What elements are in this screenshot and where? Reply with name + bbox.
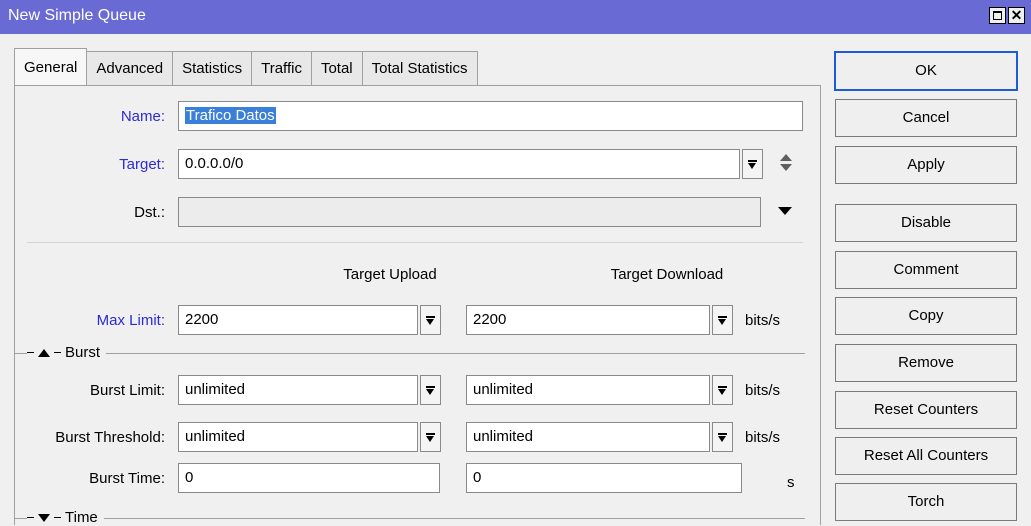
tab-bar: General Advanced Statistics Traffic Tota… (14, 48, 478, 85)
burst-threshold-download-field[interactable]: unlimited (466, 422, 710, 452)
dst-field[interactable] (178, 197, 761, 227)
burst-limit-upload-field[interactable]: unlimited (178, 375, 418, 405)
max-limit-unit: bits/s (745, 312, 781, 329)
burst-time-download-field[interactable]: 0 (466, 463, 742, 493)
time-divider (15, 518, 805, 519)
dropdown-icon (718, 386, 727, 395)
maximize-icon[interactable] (989, 7, 1006, 24)
reset-all-counters-button[interactable]: Reset All Counters (835, 437, 1017, 475)
tab-traffic[interactable]: Traffic (252, 51, 312, 85)
close-icon[interactable]: ✕ (1008, 7, 1025, 24)
tab-total[interactable]: Total (311, 51, 363, 85)
max-limit-upload-field[interactable]: 2200 (178, 305, 418, 335)
burst-time-unit: s (787, 474, 795, 491)
window-controls: ✕ (989, 7, 1025, 24)
target-label: Target: (119, 156, 165, 173)
burst-time-upload-field[interactable]: 0 (178, 463, 440, 493)
apply-button[interactable]: Apply (835, 146, 1017, 184)
copy-button[interactable]: Copy (835, 297, 1017, 335)
up-down-arrows-icon[interactable] (779, 154, 793, 174)
burst-limit-download-dropdown[interactable] (712, 375, 733, 405)
name-value: Trafico Datos (185, 107, 276, 124)
max-limit-download-field[interactable]: 2200 (466, 305, 710, 335)
burst-threshold-label: Burst Threshold: (55, 429, 165, 446)
reset-counters-button[interactable]: Reset Counters (835, 391, 1017, 429)
remove-button[interactable]: Remove (835, 344, 1017, 382)
burst-time-label: Burst Time: (89, 470, 165, 487)
cancel-button[interactable]: Cancel (835, 99, 1017, 137)
target-field[interactable]: 0.0.0.0/0 (178, 149, 740, 179)
separator (27, 242, 803, 243)
tab-total-statistics[interactable]: Total Statistics (362, 51, 478, 85)
dropdown-icon (718, 433, 727, 442)
torch-button[interactable]: Torch (835, 483, 1017, 521)
disable-button[interactable]: Disable (835, 204, 1017, 242)
name-field[interactable]: Trafico Datos (178, 101, 803, 131)
burst-threshold-unit: bits/s (745, 429, 781, 446)
dropdown-icon (748, 160, 757, 169)
dropdown-icon (426, 316, 435, 325)
burst-section-toggle[interactable]: Burst (27, 344, 107, 361)
expand-arrow-icon (38, 513, 50, 522)
burst-limit-upload-dropdown[interactable] (420, 375, 441, 405)
dropdown-icon (718, 316, 727, 325)
ok-button[interactable]: OK (834, 51, 1018, 91)
collapse-arrow-icon (38, 348, 50, 357)
tab-statistics[interactable]: Statistics (173, 51, 253, 85)
burst-divider (15, 353, 805, 354)
time-section-title: Time (65, 509, 98, 526)
target-upload-header: Target Upload (343, 266, 437, 283)
target-dropdown-button[interactable] (742, 149, 763, 179)
dst-dropdown-icon[interactable] (778, 207, 792, 215)
window-title: New Simple Queue (8, 7, 146, 24)
max-limit-upload-dropdown[interactable] (420, 305, 441, 335)
max-limit-download-dropdown[interactable] (712, 305, 733, 335)
name-label: Name: (120, 108, 165, 125)
general-panel: Name: Trafico Datos Target: 0.0.0.0/0 Ds… (14, 85, 821, 526)
title-bar: New Simple Queue ✕ (0, 0, 1031, 34)
tab-advanced[interactable]: Advanced (87, 51, 174, 85)
time-section-toggle[interactable]: Time (27, 509, 104, 526)
comment-button[interactable]: Comment (835, 251, 1017, 289)
tab-general[interactable]: General (14, 48, 88, 85)
burst-threshold-upload-dropdown[interactable] (420, 422, 441, 452)
dropdown-icon (426, 433, 435, 442)
target-download-header: Target Download (610, 266, 724, 283)
burst-threshold-download-dropdown[interactable] (712, 422, 733, 452)
dst-label: Dst.: (134, 204, 165, 221)
burst-threshold-upload-field[interactable]: unlimited (178, 422, 418, 452)
burst-limit-download-field[interactable]: unlimited (466, 375, 710, 405)
max-limit-label: Max Limit: (96, 312, 165, 329)
burst-limit-unit: bits/s (745, 382, 781, 399)
burst-section-title: Burst (65, 344, 101, 361)
dropdown-icon (426, 386, 435, 395)
burst-limit-label: Burst Limit: (89, 382, 165, 399)
